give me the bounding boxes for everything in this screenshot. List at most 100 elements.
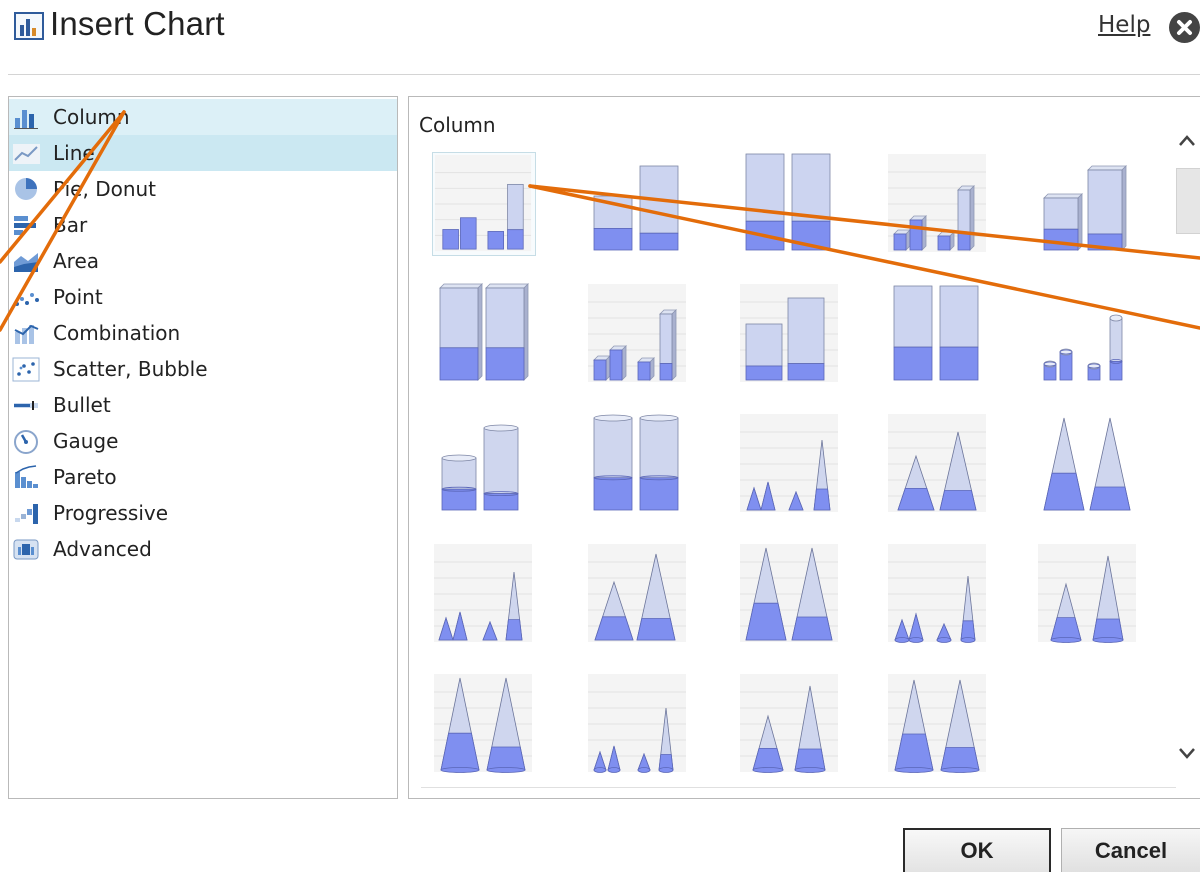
- chart-thumbnail-pyramid-3d-stacked[interactable]: [586, 542, 690, 646]
- column-100-percent-stacked-icon: [745, 153, 831, 251]
- pie-chart-icon: [15, 178, 37, 200]
- category-label: Point: [53, 285, 103, 309]
- category-progressive[interactable]: Progressive: [9, 495, 397, 531]
- category-label: Column: [53, 105, 130, 129]
- category-bullet[interactable]: Bullet: [9, 387, 397, 423]
- chart-thumbnail-pyramid-clustered[interactable]: [738, 412, 842, 516]
- category-label: Area: [53, 249, 100, 273]
- column-3d-stacked-icon: [1043, 165, 1127, 251]
- line-chart-icon: [13, 144, 40, 164]
- category-scatter-bubble[interactable]: Scatter, Bubble: [9, 351, 397, 387]
- category-label: Bullet: [53, 393, 111, 417]
- category-label: Pareto: [53, 465, 117, 489]
- chart-thumbnail-cone-3d-clustered[interactable]: [586, 672, 690, 776]
- chart-thumbnail-cone-stacked[interactable]: [1036, 542, 1140, 646]
- chart-thumbnail-column-100-percent-stacked[interactable]: [738, 152, 842, 256]
- progressive-chart-icon: [15, 504, 38, 524]
- scrollbar-thumb[interactable]: [1176, 168, 1200, 234]
- chart-thumbnail-column-3d-clustered[interactable]: [886, 152, 990, 256]
- category-label: Gauge: [53, 429, 119, 453]
- scroll-up-arrow-icon[interactable]: [1174, 128, 1200, 156]
- cylinder-3d-stacked-icon: [593, 414, 679, 511]
- gallery-heading: Column: [419, 113, 496, 137]
- scatter-chart-icon: [12, 357, 40, 382]
- area-chart-icon: [14, 253, 38, 272]
- chart-thumbnail-column-3d-100-percent-stacked[interactable]: [432, 282, 536, 386]
- chart-thumbnail-pyramid-3d-100-percent-stacked[interactable]: [738, 542, 842, 646]
- cone-100-percent-stacked-icon: [434, 674, 532, 773]
- chart-thumbnail-column-clustered[interactable]: [432, 152, 536, 256]
- cylinder-3d-clustered-icon: [441, 424, 519, 511]
- category-line[interactable]: Line: [9, 135, 397, 171]
- cone-3d-clustered-icon: [588, 674, 686, 773]
- category-pie-donut[interactable]: Pie, Donut: [9, 171, 397, 207]
- close-circle-icon: [1169, 12, 1200, 43]
- category-label: Line: [53, 141, 95, 165]
- chart-thumbnail-cylinder-stacked[interactable]: [886, 282, 990, 386]
- chart-icon: [14, 12, 44, 40]
- cylinder-stacked-icon: [893, 285, 979, 381]
- cylinder-100-percent-stacked-icon: [1043, 314, 1123, 381]
- chart-category-list: Column Line Pie, Donut Bar Area Point Combinat…: [8, 96, 398, 799]
- chart-thumbnail-pyramid-stacked[interactable]: [886, 412, 990, 516]
- cancel-button[interactable]: Cancel: [1061, 828, 1200, 872]
- chart-thumbnail-pyramid-100-percent-stacked[interactable]: [1036, 412, 1140, 516]
- close-button[interactable]: [1169, 12, 1200, 43]
- chart-thumbnail-cone-100-percent-stacked[interactable]: [432, 672, 536, 776]
- category-label: Combination: [53, 321, 181, 345]
- category-area[interactable]: Area: [9, 243, 397, 279]
- pareto-chart-icon: [15, 465, 38, 488]
- category-bar[interactable]: Bar: [9, 207, 397, 243]
- chart-thumbnail-cone-clustered[interactable]: [886, 542, 990, 646]
- chart-thumbnail-cylinder-3d-stacked[interactable]: [586, 412, 690, 516]
- category-label: Progressive: [53, 501, 169, 525]
- chart-thumbnail-cylinder-3d-clustered[interactable]: [432, 412, 536, 516]
- cylinder-clustered-icon: [740, 284, 838, 382]
- chart-thumbnail-column-3d[interactable]: [586, 282, 690, 386]
- column-3d-100-percent-stacked-icon: [439, 283, 529, 381]
- pyramid-3d-clustered-icon: [434, 544, 532, 642]
- help-link[interactable]: Help: [1098, 8, 1150, 42]
- chart-thumbnail-cylinder-100-percent-stacked[interactable]: [1036, 282, 1140, 386]
- ok-button[interactable]: OK: [903, 828, 1051, 872]
- bullet-chart-icon: [14, 401, 38, 410]
- column-3d-clustered-icon: [888, 154, 986, 252]
- category-column[interactable]: Column: [9, 99, 397, 135]
- column-clustered-icon: [434, 154, 532, 252]
- pyramid-stacked-icon: [888, 414, 986, 512]
- pyramid-clustered-icon: [740, 414, 838, 512]
- chart-thumbnail-cone-3d-stacked[interactable]: [738, 672, 842, 776]
- cone-clustered-icon: [888, 544, 986, 643]
- chart-thumbnail-column-3d-stacked[interactable]: [1036, 152, 1140, 256]
- category-combination[interactable]: Combination: [9, 315, 397, 351]
- category-advanced[interactable]: Advanced: [9, 531, 397, 567]
- combination-chart-icon: [14, 324, 39, 344]
- advanced-chart-icon: [13, 539, 39, 560]
- pyramid-3d-stacked-icon: [588, 544, 686, 642]
- category-label: Scatter, Bubble: [53, 357, 208, 381]
- chart-thumbnail-cone-3d-100-percent-stacked[interactable]: [886, 672, 990, 776]
- pyramid-100-percent-stacked-icon: [1043, 417, 1131, 511]
- chart-thumbnail-pyramid-3d-clustered[interactable]: [432, 542, 536, 646]
- cone-3d-stacked-icon: [740, 674, 838, 773]
- category-label: Bar: [53, 213, 88, 237]
- category-point[interactable]: Point: [9, 279, 397, 315]
- column-chart-icon: [14, 110, 38, 129]
- header-divider: [8, 74, 1200, 75]
- category-pareto[interactable]: Pareto: [9, 459, 397, 495]
- column-3d-icon: [588, 284, 686, 382]
- gauge-chart-icon: [14, 430, 38, 454]
- category-label: Pie, Donut: [53, 177, 157, 201]
- category-label: Advanced: [53, 537, 152, 561]
- cone-stacked-icon: [1038, 544, 1136, 643]
- pyramid-3d-100-percent-stacked-icon: [740, 544, 838, 642]
- category-gauge[interactable]: Gauge: [9, 423, 397, 459]
- gallery-divider: [421, 787, 1176, 788]
- dialog-title: Insert Chart: [50, 5, 225, 42]
- scroll-down-arrow-icon[interactable]: [1174, 738, 1200, 766]
- point-chart-icon: [15, 293, 39, 306]
- chart-thumbnail-column-stacked[interactable]: [586, 152, 690, 256]
- bar-chart-icon: [14, 216, 36, 235]
- column-stacked-icon: [593, 165, 679, 251]
- chart-thumbnail-cylinder-clustered[interactable]: [738, 282, 842, 386]
